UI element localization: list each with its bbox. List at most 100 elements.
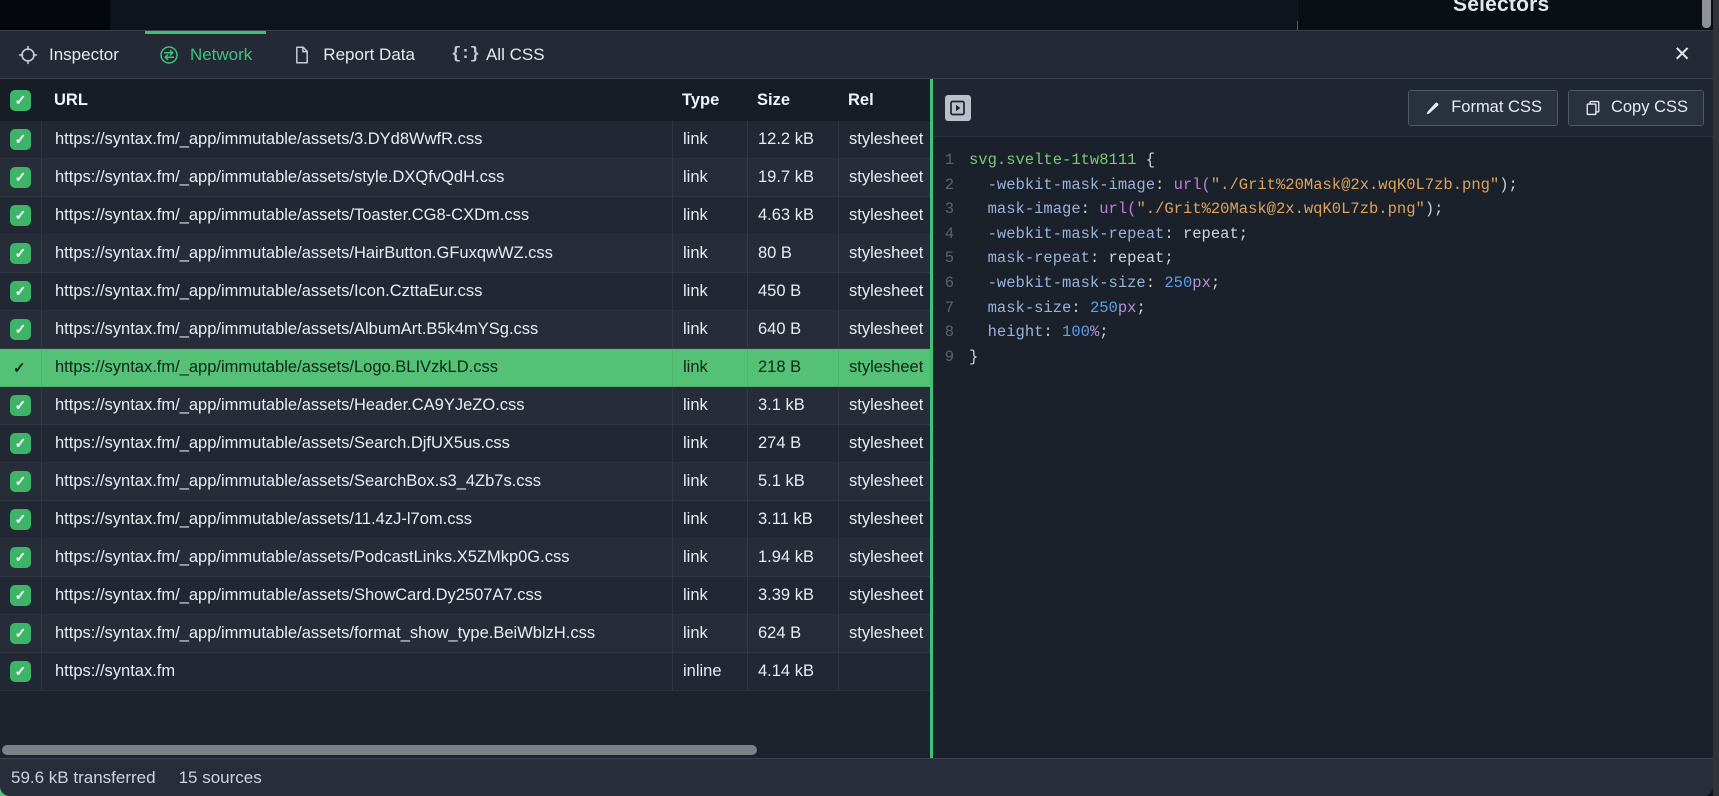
header-checkbox[interactable]: ✓ (10, 90, 31, 111)
row-size: 4.63 kB (748, 197, 839, 234)
row-checkbox[interactable]: ✓ (10, 661, 31, 682)
row-type: link (673, 311, 748, 348)
code-line: 6 -webkit-mask-size: 250px; (940, 271, 1713, 296)
row-checkbox[interactable]: ✓ (10, 243, 31, 264)
table-row[interactable]: ✓ https://syntax.fm/_app/immutable/assets… (0, 387, 930, 425)
code-token: "./Grit%20Mask@2x.wqK0L7zb.png" (1136, 197, 1424, 222)
row-type: link (673, 463, 748, 500)
code-token: : (1081, 197, 1100, 222)
code-token (969, 197, 988, 222)
row-checkbox-cell: ✓ (0, 539, 42, 576)
tab-all-css[interactable]: {:}All CSS (455, 31, 545, 78)
table-row[interactable]: ✓ https://syntax.fm/_app/immutable/assets… (0, 197, 930, 235)
row-url: https://syntax.fm/_app/immutable/assets/… (42, 349, 673, 386)
table-row[interactable]: ✓https://syntax.fm/_app/immutable/assets… (0, 273, 930, 311)
row-checkbox-cell: ✓ (0, 577, 42, 614)
screen: Selectors Inspector Network Report Data {:}… (0, 0, 1719, 796)
window-right-edge (1713, 0, 1719, 796)
table-row[interactable]: ✓https://syntax.fm/_app/immutable/assets… (0, 615, 930, 653)
code-token: : (1071, 296, 1090, 321)
row-type: link (673, 615, 748, 652)
row-checkbox[interactable]: ✓ (10, 623, 31, 644)
close-icon[interactable]: ✕ (1669, 42, 1695, 67)
line-number: 6 (940, 271, 954, 296)
code-token (969, 320, 988, 345)
page-behind-selectors-panel: Selectors (1297, 0, 1714, 30)
copy-css-button[interactable]: Copy CSS (1568, 90, 1704, 126)
copy-icon (1584, 99, 1602, 117)
code-token: "./Grit%20Mask@2x.wqK0L7zb.png" (1211, 173, 1499, 198)
row-checkbox[interactable]: ✓ (10, 281, 31, 302)
row-rel: stylesheet (839, 577, 930, 614)
table-row[interactable]: ✓ https://syntax.fm/_app/immutable/assets… (0, 349, 930, 387)
code-line: 3 mask-image: url("./Grit%20Mask@2x.wqK0… (940, 197, 1713, 222)
row-checkbox[interactable]: ✓ (10, 433, 31, 454)
format-css-button[interactable]: Format CSS (1408, 90, 1558, 126)
page-scrollbar-thumb[interactable] (1702, 0, 1711, 28)
row-url: https://syntax.fm/_app/immutable/assets/… (42, 159, 673, 196)
row-url: https://syntax.fm/_app/immutable/assets/… (42, 577, 673, 614)
tab-network[interactable]: Network (159, 31, 252, 78)
row-url: https://syntax.fm/_app/immutable/assets/… (42, 197, 673, 234)
code-line: 5 mask-repeat: repeat; (940, 246, 1713, 271)
horizontal-scrollbar-thumb[interactable] (2, 745, 757, 755)
row-checkbox[interactable]: ✓ (10, 509, 31, 530)
table-row[interactable]: ✓ https://syntax.fm/_app/immutable/assets… (0, 577, 930, 615)
table-row[interactable]: ✓https://syntax.fm/_app/immutable/assets… (0, 311, 930, 349)
row-checkbox[interactable]: ✓ (10, 471, 31, 492)
tab-report-data[interactable]: Report Data (292, 31, 415, 78)
row-checkbox[interactable]: ✓ (10, 395, 31, 416)
css-code-viewer: 1svg.svelte-1tw8111 {2 -webkit-mask-imag… (933, 137, 1713, 758)
row-checkbox-cell: ✓ (0, 311, 42, 348)
table-row[interactable]: ✓https://syntax.fm/_app/immutable/assets… (0, 425, 930, 463)
code-token: -webkit-mask-repeat (988, 222, 1165, 247)
code-token: % (1090, 320, 1099, 345)
panel-expand-icon[interactable] (945, 95, 971, 121)
row-rel: stylesheet (839, 273, 930, 310)
row-checkbox[interactable]: ✓ (10, 319, 31, 340)
table-row[interactable]: ✓https://syntax.fm/_app/immutable/assets… (0, 501, 930, 539)
code-token: url( (1099, 197, 1136, 222)
row-checkbox[interactable]: ✓ (10, 547, 31, 568)
table-row[interactable]: ✓ https://syntax.fm/_app/immutable/assets… (0, 159, 930, 197)
braces-icon: {:} (455, 45, 475, 65)
row-size: 3.1 kB (748, 387, 839, 424)
tab-inspector[interactable]: Inspector (18, 31, 119, 78)
code-token (969, 222, 988, 247)
transferred-total: 59.6 kB transferred (11, 768, 156, 788)
row-checkbox[interactable]: ✓ (10, 585, 31, 606)
code-token: ; (1099, 320, 1108, 345)
button-label: Format CSS (1451, 98, 1542, 117)
table-row[interactable]: ✓https://syntax.fm/_app/immutable/assets… (0, 235, 930, 273)
table-row[interactable]: ✓https://syntax.fm/_app/immutable/assets… (0, 539, 930, 577)
code-token (969, 173, 988, 198)
row-size: 80 B (748, 235, 839, 272)
row-size: 4.14 kB (748, 653, 839, 690)
line-number: 1 (940, 148, 954, 173)
header-checkbox-cell: ✓ (0, 90, 41, 111)
crosshair-icon (18, 45, 38, 65)
row-rel: stylesheet (839, 387, 930, 424)
row-checkbox[interactable]: ✓ (10, 167, 31, 188)
code-token (969, 296, 988, 321)
code-line: 1svg.svelte-1tw8111 { (940, 148, 1713, 173)
table-row[interactable]: ✓https://syntax.fm/_app/immutable/assets… (0, 463, 930, 501)
table-row[interactable]: ✓https://syntax.fminline4.14 kB (0, 653, 930, 691)
code-token: -webkit-mask-size (988, 271, 1146, 296)
check-icon[interactable]: ✓ (13, 359, 26, 377)
table-row[interactable]: ✓https://syntax.fm/_app/immutable/assets… (0, 121, 930, 159)
line-number: 7 (940, 296, 954, 321)
row-type: link (673, 501, 748, 538)
row-checkbox[interactable]: ✓ (10, 129, 31, 150)
code-token: 100 (1062, 320, 1090, 345)
network-table: ✓ https://syntax.fm/_app/immutable/assets… (0, 121, 930, 691)
row-checkbox[interactable]: ✓ (10, 205, 31, 226)
row-url: https://syntax.fm/_app/immutable/assets/… (42, 387, 673, 424)
line-number: 8 (940, 320, 954, 345)
row-rel: stylesheet (839, 539, 930, 576)
row-size: 624 B (748, 615, 839, 652)
row-checkbox-cell: ✓ (0, 615, 42, 652)
code-token: ); (1425, 197, 1444, 222)
code-token: svg.svelte-1tw8111 (969, 148, 1136, 173)
line-number: 9 (940, 345, 954, 370)
